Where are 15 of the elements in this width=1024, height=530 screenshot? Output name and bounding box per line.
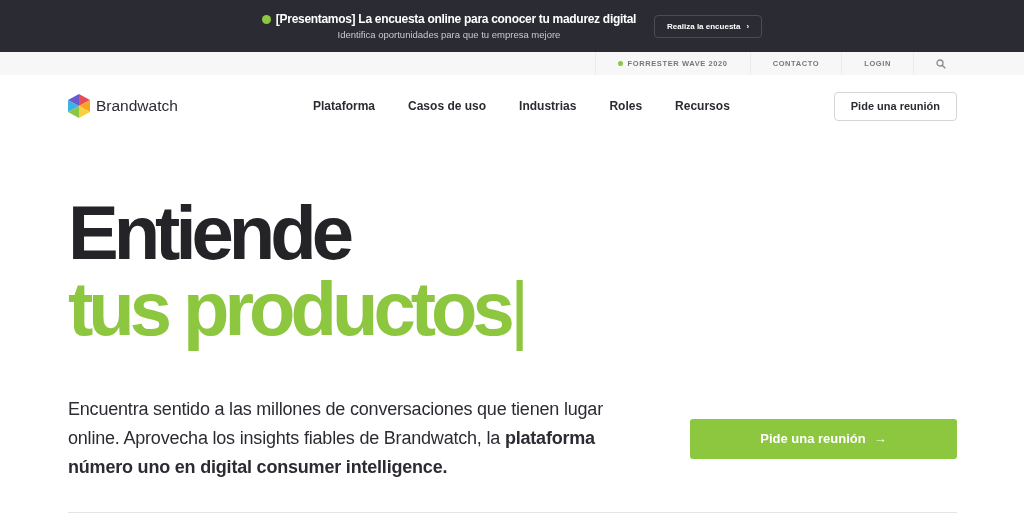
announcement-subtitle: Identifica oportunidades para que tu empresa mejore <box>337 29 561 40</box>
text-cursor: | <box>509 265 530 353</box>
nav-link[interactable]: Casos de uso <box>408 99 487 113</box>
nav-link[interactable]: Recursos <box>675 99 730 113</box>
survey-button[interactable]: Realiza la encuesta › <box>654 14 763 38</box>
meeting-button[interactable]: Pide una reunión <box>833 91 957 121</box>
search-icon[interactable] <box>936 58 946 69</box>
hero-description: Encuentra sentido a las millones de conversaciones que tienen lugar online. Aprovecha los insights fiables de Brandwatch, la plataforma número uno en digital consumer intelligence. <box>68 398 604 479</box>
logo-icon <box>68 94 90 118</box>
brand-name[interactable]: Brandwatch <box>96 97 178 115</box>
status-dot-icon <box>261 14 271 24</box>
announcement-title: [Presentamos] La encuesta online para conocer tu madurez digital <box>275 12 637 26</box>
nav-link[interactable]: Roles <box>609 99 643 113</box>
nav-link[interactable]: Plataforma <box>313 99 376 113</box>
nav-link[interactable]: Industrias <box>519 99 577 113</box>
